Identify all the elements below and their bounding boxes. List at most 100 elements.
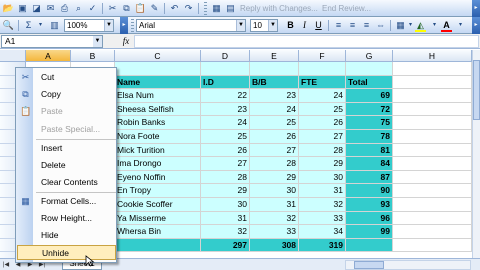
table-cell[interactable]: 27 — [201, 157, 250, 171]
table-cell[interactable]: 32 — [201, 225, 250, 239]
empty-cell[interactable] — [299, 62, 346, 76]
column-header-b[interactable]: B — [71, 50, 115, 62]
menu-item-paste[interactable]: 📋 Paste — [17, 104, 116, 119]
column-header-g[interactable]: G — [346, 50, 393, 62]
name-box[interactable]: A1 ▼ — [1, 35, 103, 48]
empty-cell[interactable] — [115, 238, 201, 253]
table-cell[interactable]: 32 — [250, 211, 299, 226]
table-cell[interactable]: En Tropy — [115, 184, 201, 198]
copy-icon[interactable]: ⧉ — [120, 2, 133, 15]
table-cell[interactable]: 29 — [250, 170, 299, 185]
table-cell[interactable]: 93 — [346, 198, 393, 212]
column-header-d[interactable]: D — [201, 50, 250, 62]
table-cell[interactable]: 33 — [250, 225, 299, 239]
empty-cell[interactable] — [346, 62, 393, 76]
table-cell[interactable]: 23 — [201, 102, 250, 117]
empty-cell[interactable] — [393, 157, 472, 171]
font-color-dropdown-icon[interactable]: ▾ — [454, 19, 467, 32]
table-cell[interactable]: 78 — [346, 130, 393, 144]
scroll-thumb[interactable] — [354, 261, 384, 269]
table-cell[interactable]: 26 — [250, 130, 299, 144]
empty-cell[interactable] — [393, 102, 472, 117]
table-cell[interactable]: 25 — [201, 130, 250, 144]
select-all-corner[interactable] — [0, 50, 26, 62]
table-cell[interactable]: 25 — [299, 102, 346, 117]
reply-with-changes-button[interactable]: Reply with Changes... — [240, 2, 318, 15]
empty-cell[interactable] — [393, 184, 472, 198]
table-cell[interactable]: Ya Misserme — [115, 211, 201, 226]
total-cell[interactable]: 297 — [201, 238, 250, 253]
table-header-cell[interactable]: Name — [115, 75, 201, 90]
table-cell[interactable]: 26 — [299, 116, 346, 130]
table-header-cell[interactable]: I.D — [201, 75, 250, 90]
table-cell[interactable]: Whersa Bin — [115, 225, 201, 239]
vertical-scrollbar[interactable] — [472, 50, 480, 258]
italic-button[interactable]: I — [298, 19, 311, 32]
toolbar-options-icon[interactable]: ▸ — [120, 17, 128, 34]
empty-cell[interactable] — [393, 211, 472, 226]
column-header-e[interactable]: E — [250, 50, 299, 62]
table-cell[interactable]: 27 — [250, 143, 299, 158]
font-name-dropdown[interactable]: Arial ▼ — [136, 19, 246, 32]
menu-item-row-height[interactable]: Row Height... — [17, 211, 116, 226]
menu-item-insert[interactable]: Insert — [17, 141, 116, 156]
empty-cell[interactable] — [393, 62, 472, 76]
save-icon[interactable]: ▣ — [16, 2, 29, 15]
empty-cell[interactable] — [346, 238, 393, 253]
formula-input[interactable] — [134, 35, 479, 48]
permission-icon[interactable]: ◪ — [30, 2, 43, 15]
table-cell[interactable]: 81 — [346, 143, 393, 158]
empty-cell[interactable] — [393, 75, 472, 90]
table-cell[interactable]: Elsa Num — [115, 89, 201, 103]
empty-cell[interactable] — [393, 198, 472, 212]
table-header-cell[interactable]: Total — [346, 75, 393, 90]
table-cell[interactable]: 30 — [250, 184, 299, 198]
research-icon[interactable]: 🔍 — [2, 19, 15, 32]
table-cell[interactable]: Mick Turition — [115, 143, 201, 158]
chevron-down-icon[interactable]: ▼ — [93, 36, 102, 47]
empty-cell[interactable] — [393, 238, 472, 253]
align-center-icon[interactable]: ≡ — [346, 19, 359, 32]
table-cell[interactable]: 33 — [299, 211, 346, 226]
toolbar-options-icon[interactable]: ▸ — [472, 17, 480, 34]
menu-item-unhide[interactable]: Unhide — [17, 245, 116, 260]
table-cell[interactable]: 24 — [250, 102, 299, 117]
empty-cell[interactable] — [393, 143, 472, 158]
underline-button[interactable]: U — [312, 19, 325, 32]
table-cell[interactable]: Ima Drongo — [115, 157, 201, 171]
undo-icon[interactable]: ↶ — [168, 2, 181, 15]
table-cell[interactable]: 31 — [201, 211, 250, 226]
total-cell[interactable]: 319 — [299, 238, 346, 253]
email-icon[interactable]: ✉ — [44, 2, 57, 15]
empty-cell[interactable] — [393, 225, 472, 239]
toolbar-options-icon[interactable]: ▸ — [472, 0, 480, 17]
table-cell[interactable]: 31 — [250, 198, 299, 212]
spelling-icon[interactable]: ✓ — [86, 2, 99, 15]
table-cell[interactable]: 24 — [201, 116, 250, 130]
table-cell[interactable]: 75 — [346, 116, 393, 130]
open-folder-icon[interactable]: 📂 — [2, 2, 15, 15]
bold-button[interactable]: B — [284, 19, 297, 32]
table-cell[interactable]: 72 — [346, 102, 393, 117]
total-cell[interactable]: 308 — [250, 238, 299, 253]
empty-cell[interactable] — [393, 116, 472, 130]
table-cell[interactable]: 99 — [346, 225, 393, 239]
zoom-dropdown[interactable]: 100% ▼ — [64, 19, 114, 32]
autosum-dropdown-icon[interactable]: ▾ — [34, 19, 47, 32]
empty-cell[interactable] — [115, 62, 201, 76]
table-cell[interactable]: 27 — [299, 130, 346, 144]
table-cell[interactable]: 29 — [201, 184, 250, 198]
table-cell[interactable]: Sheesa Selfish — [115, 102, 201, 117]
scroll-thumb[interactable] — [473, 60, 480, 120]
print-icon[interactable]: ⎙ — [58, 2, 71, 15]
table-cell[interactable]: 32 — [299, 198, 346, 212]
chart-wizard-icon[interactable]: ▥ — [48, 19, 61, 32]
align-left-icon[interactable]: ≡ — [332, 19, 345, 32]
table-cell[interactable]: 26 — [201, 143, 250, 158]
empty-cell[interactable] — [393, 170, 472, 185]
print-preview-icon[interactable]: ⌕ — [72, 2, 85, 15]
table-cell[interactable]: 25 — [250, 116, 299, 130]
cut-icon[interactable]: ✂ — [106, 2, 119, 15]
table-cell[interactable]: Cookie Scoffer — [115, 198, 201, 212]
table-cell[interactable]: 69 — [346, 89, 393, 103]
